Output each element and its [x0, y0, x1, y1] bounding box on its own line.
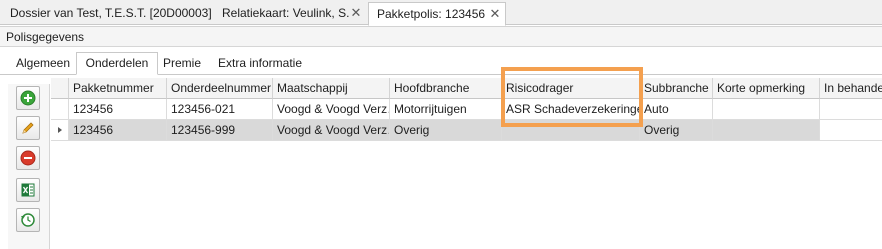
row-indicator[interactable]: [51, 120, 69, 141]
current-row-arrow-icon: [58, 127, 62, 133]
cell-subbranche[interactable]: Auto: [640, 99, 713, 120]
doc-tab-label: Relatiekaart: Veulink, S.: [222, 6, 350, 20]
row-indicator[interactable]: [51, 99, 69, 120]
history-button[interactable]: [16, 208, 40, 232]
grid-header-corner: [51, 78, 69, 99]
doc-tab-label: Pakketpolis: 123456: [377, 7, 486, 21]
export-excel-button[interactable]: [16, 178, 40, 202]
onderdelen-grid: Pakketnummer Onderdeelnummer Maatschappi…: [51, 78, 882, 249]
cell-risicodrager[interactable]: [502, 120, 640, 141]
cell-maatschappij[interactable]: Voogd & Voogd Verz…: [273, 120, 390, 141]
cell-hoofdbranche[interactable]: Motorrijtuigen: [390, 99, 502, 120]
cell-korte-opmerking[interactable]: [713, 120, 820, 141]
doc-tab-relatiekaart[interactable]: Relatiekaart: Veulink, S. ✕: [214, 2, 366, 25]
column-header-risicodrager[interactable]: Risicodrager: [502, 78, 640, 99]
column-header-korte-opmerking[interactable]: Korte opmerking: [713, 78, 820, 99]
excel-icon: [21, 183, 35, 197]
column-header-hoofdbranche[interactable]: Hoofdbranche: [390, 78, 502, 99]
cell-maatschappij[interactable]: Voogd & Voogd Verz…: [273, 99, 390, 120]
delete-button[interactable]: [16, 146, 40, 170]
tab-onderdelen[interactable]: Onderdelen: [76, 52, 158, 75]
minus-circle-icon: [20, 150, 36, 166]
cell-in-behandeling[interactable]: [820, 120, 882, 141]
column-header-subbranche[interactable]: Subbranche: [640, 78, 713, 99]
sub-tab-strip: Algemeen Onderdelen Premie Extra informa…: [0, 52, 882, 75]
cell-korte-opmerking[interactable]: [713, 99, 820, 120]
cell-subbranche[interactable]: Overig: [640, 120, 713, 141]
column-header-onderdeelnummer[interactable]: Onderdeelnummer: [167, 78, 273, 99]
column-header-pakketnummer[interactable]: Pakketnummer: [69, 78, 167, 99]
column-header-maatschappij[interactable]: Maatschappij: [273, 78, 390, 99]
tab-extra-informatie[interactable]: Extra informatie: [210, 53, 310, 75]
cell-in-behandeling[interactable]: [820, 99, 882, 120]
add-button[interactable]: [16, 86, 40, 110]
edit-button[interactable]: [16, 116, 40, 140]
close-icon[interactable]: ✕: [489, 3, 501, 25]
table-row[interactable]: 123456 123456-021 Voogd & Voogd Verz… Mo…: [51, 99, 882, 120]
doc-tab-label: Dossier van Test, T.E.S.T. [20D00003]: [10, 6, 212, 20]
cell-hoofdbranche[interactable]: Overig: [390, 120, 502, 141]
column-header-in-behandeling[interactable]: In behandel: [820, 78, 882, 99]
document-tab-strip: Dossier van Test, T.E.S.T. [20D00003] Re…: [0, 0, 882, 26]
cell-onderdeelnummer[interactable]: 123456-021: [167, 99, 273, 120]
doc-tab-dossier[interactable]: Dossier van Test, T.E.S.T. [20D00003]: [2, 2, 212, 25]
group-caption: Polisgegevens: [0, 27, 882, 47]
cell-pakketnummer[interactable]: 123456: [69, 120, 167, 141]
pencil-icon: [22, 122, 34, 134]
tab-algemeen[interactable]: Algemeen: [12, 53, 74, 75]
clock-arrow-icon: [21, 213, 35, 227]
cell-risicodrager[interactable]: ASR Schadeverzekeringen: [502, 99, 640, 120]
grid-toolbar: [8, 84, 50, 249]
doc-tab-pakketpolis[interactable]: Pakketpolis: 123456 ✕: [368, 2, 506, 26]
cell-onderdeelnummer[interactable]: 123456-999: [167, 120, 273, 141]
table-row[interactable]: 123456 123456-999 Voogd & Voogd Verz… Ov…: [51, 120, 882, 141]
cell-pakketnummer[interactable]: 123456: [69, 99, 167, 120]
plus-circle-icon: [20, 90, 36, 106]
close-icon[interactable]: ✕: [350, 2, 362, 24]
tab-premie[interactable]: Premie: [159, 53, 205, 75]
